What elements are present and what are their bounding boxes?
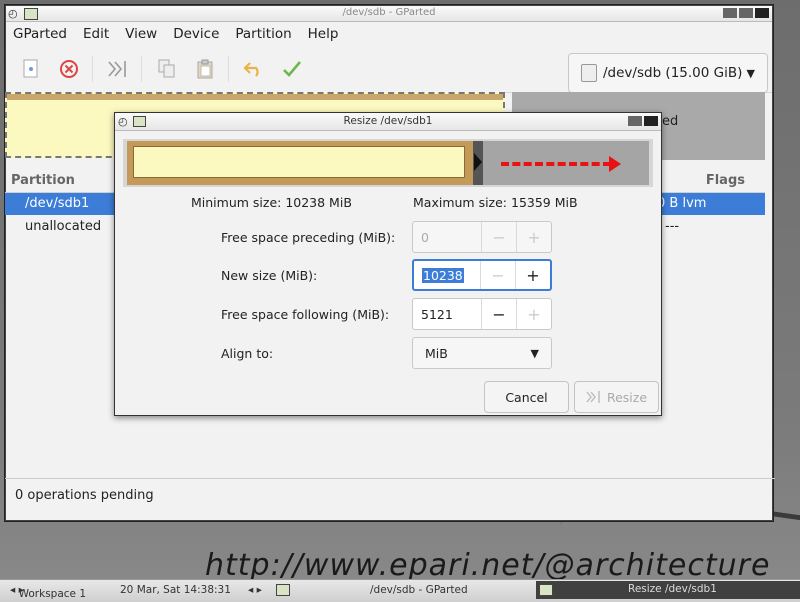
new-size-value[interactable]: 10238 <box>422 267 464 283</box>
align-to-select[interactable]: MiB ▼ <box>412 337 552 369</box>
task-main-window[interactable]: /dev/sdb - GParted <box>370 584 468 596</box>
partition-used-area <box>133 146 465 178</box>
chevron-down-icon: ▼ <box>530 346 539 360</box>
new-partition-icon[interactable] <box>16 54 46 84</box>
resize-dialog: ◴ Resize /dev/sdb1 Minimum size: 10238 M… <box>114 112 662 416</box>
menu-help[interactable]: Help <box>307 26 340 42</box>
resize-button[interactable]: Resize <box>574 381 659 413</box>
cancel-button-label: Cancel <box>505 389 548 405</box>
minus-icon[interactable]: − <box>481 222 516 252</box>
menu-device[interactable]: Device <box>172 26 220 42</box>
menu-edit[interactable]: Edit <box>82 26 110 42</box>
menu-view[interactable]: View <box>124 26 158 42</box>
copy-icon[interactable] <box>152 54 182 84</box>
close-icon[interactable] <box>644 116 658 126</box>
align-to-value: MiB <box>425 345 448 361</box>
minimum-size: Minimum size: 10238 MiB <box>191 195 352 210</box>
task-dialog-label: Resize /dev/sdb1 <box>628 583 717 595</box>
column-partition[interactable]: Partition <box>11 173 75 188</box>
main-titlebar[interactable]: ◴ /dev/sdb - GParted <box>6 6 772 22</box>
device-selector-label: /dev/sdb (15.00 GiB) <box>603 65 743 81</box>
map-unallocated-label: ed <box>662 114 679 129</box>
status-bar: 0 operations pending <box>5 478 775 511</box>
workspace-label: Workspace 1 <box>18 588 87 600</box>
disk-icon <box>581 64 597 82</box>
free-following-value[interactable]: 5121 <box>413 307 481 322</box>
label-align-to: Align to: <box>221 346 274 361</box>
minimize-icon[interactable] <box>628 116 642 126</box>
workspace-switcher[interactable]: ◂ Workspace 1 ▸ <box>10 584 86 600</box>
free-preceding-spinner[interactable]: 0 − + <box>412 221 552 253</box>
menubar: GParted Edit View Device Partition Help <box>6 22 772 46</box>
minimize-icon[interactable] <box>723 8 737 18</box>
handle-arrow-icon <box>474 153 482 171</box>
paste-icon[interactable] <box>190 54 220 84</box>
apply-icon[interactable] <box>277 54 307 84</box>
taskbar-nav[interactable]: ◂ ▸ <box>248 584 262 596</box>
plus-icon[interactable]: + <box>516 222 551 252</box>
free-preceding-value: 0 <box>421 229 429 245</box>
plus-icon[interactable]: + <box>515 261 550 289</box>
clock: 20 Mar, Sat 14:38:31 <box>120 584 231 596</box>
cancel-button[interactable]: Cancel <box>484 381 569 413</box>
device-selector[interactable]: /dev/sdb (15.00 GiB) ▼ <box>568 53 768 93</box>
label-free-preceding: Free space preceding (MiB): <box>221 230 396 245</box>
maximize-icon[interactable] <box>739 8 753 18</box>
app-icon <box>276 584 290 596</box>
resize-move-icon[interactable] <box>103 54 133 84</box>
minus-icon[interactable]: − <box>480 261 515 289</box>
new-size-spinner[interactable]: 10238 − + <box>412 259 552 291</box>
main-window-title: /dev/sdb - GParted <box>342 7 436 18</box>
dialog-title: Resize /dev/sdb1 <box>343 115 433 127</box>
close-icon[interactable] <box>755 8 769 18</box>
plus-icon[interactable]: + <box>516 299 551 329</box>
menu-partition[interactable]: Partition <box>234 26 292 42</box>
label-free-following: Free space following (MiB): <box>221 307 390 322</box>
resize-graphic[interactable] <box>123 139 653 187</box>
watermark-url: http://www.epari.net/@architecture <box>205 548 771 583</box>
arrow-right-icon <box>609 156 621 172</box>
operations-pending: 0 operations pending <box>15 487 154 503</box>
free-following-spinner[interactable]: 5121 − + <box>412 298 552 330</box>
row-flags: 0 B lvm <box>657 196 707 211</box>
delete-partition-icon[interactable] <box>54 54 84 84</box>
toolbar: /dev/sdb (15.00 GiB) ▼ <box>6 46 772 93</box>
dialog-titlebar[interactable]: ◴ Resize /dev/sdb1 <box>115 113 661 131</box>
column-flags[interactable]: Flags <box>706 173 745 188</box>
maximum-size: Maximum size: 15359 MiB <box>413 195 578 210</box>
app-icon <box>539 584 553 596</box>
label-new-size: New size (MiB): <box>221 268 318 283</box>
drag-direction-arrow <box>501 162 611 166</box>
task-dialog[interactable]: Resize /dev/sdb1 <box>536 581 800 599</box>
chevron-down-icon: ▼ <box>746 66 755 80</box>
row-flags: --- <box>665 219 680 234</box>
resize-button-label: Resize <box>606 389 648 405</box>
taskbar: ◂ Workspace 1 ▸ 20 Mar, Sat 14:38:31 ◂ ▸… <box>0 579 800 602</box>
undo-icon[interactable] <box>239 54 269 84</box>
row-partition: /dev/sdb1 <box>25 196 90 211</box>
menu-gparted[interactable]: GParted <box>12 26 68 42</box>
resize-move-icon <box>586 391 600 403</box>
minus-icon[interactable]: − <box>481 299 516 329</box>
row-partition: unallocated <box>25 219 102 234</box>
